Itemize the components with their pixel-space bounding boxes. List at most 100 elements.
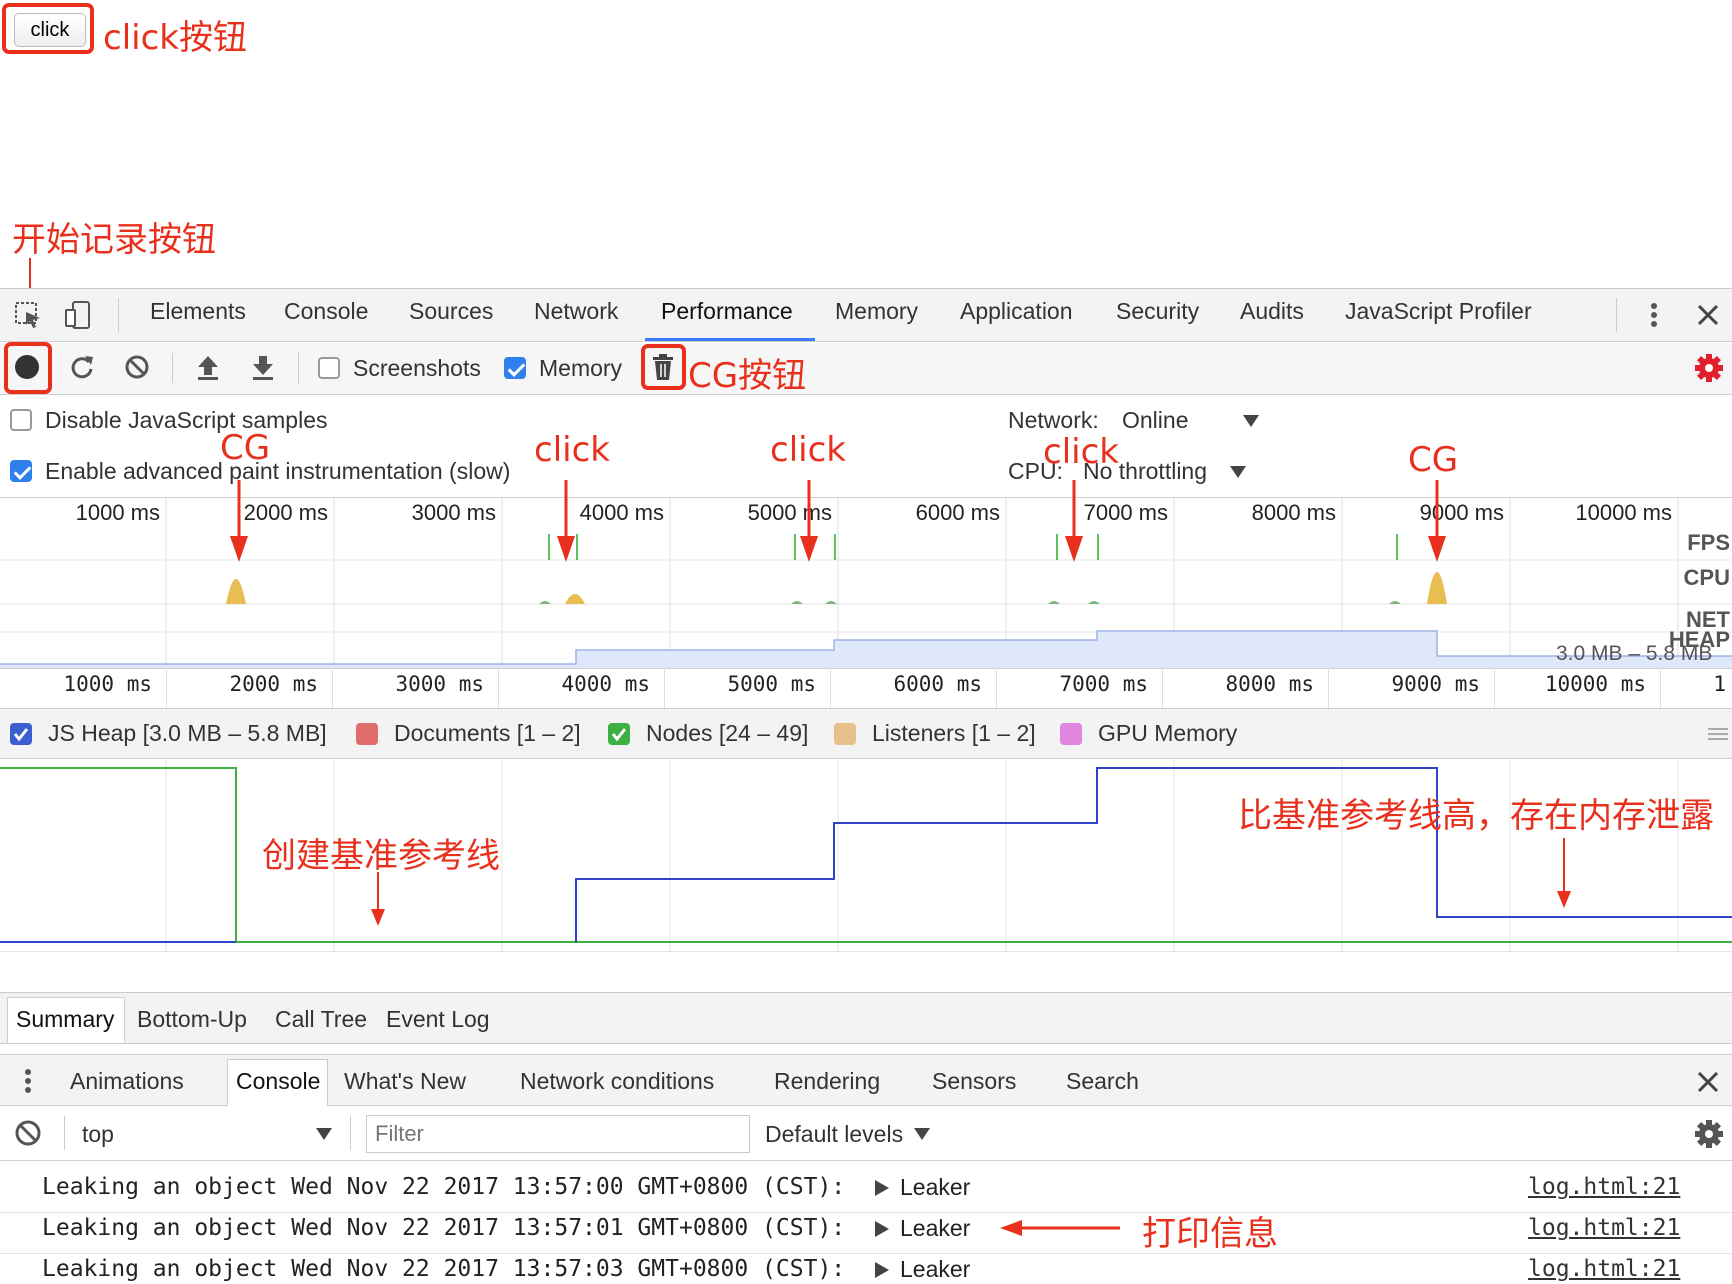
drawer-tab-rendering[interactable]: Rendering — [774, 1068, 880, 1095]
tab-network[interactable]: Network — [534, 298, 618, 325]
tab-elements[interactable]: Elements — [150, 298, 246, 325]
annotation-baseline: 创建基准参考线 — [262, 836, 500, 876]
annotation-arrow — [1065, 480, 1083, 562]
cpu-activity-small — [539, 601, 551, 604]
drawer-close-icon[interactable] — [1696, 1070, 1720, 1094]
annotation-log: 打印信息 — [1142, 1214, 1278, 1254]
annotation-click-button: click按钮 — [103, 18, 247, 58]
memory-label: Memory — [539, 355, 623, 381]
console-clear-icon[interactable] — [14, 1119, 42, 1147]
tab-application[interactable]: Application — [960, 298, 1073, 325]
screenshots-label: Screenshots — [353, 355, 481, 381]
ruler-tick-label: 6000 ms — [893, 672, 982, 696]
tab-security[interactable]: Security — [1116, 298, 1199, 325]
ruler-tick-label: 5000 ms — [727, 672, 816, 696]
details-tab-bottom-up[interactable]: Bottom-Up — [137, 1006, 247, 1033]
ruler-tick-label: 2000 ms — [229, 672, 318, 696]
clear-icon[interactable] — [122, 352, 152, 382]
tab-memory[interactable]: Memory — [835, 298, 918, 325]
ruler-tick-label: 7000 ms — [1059, 672, 1148, 696]
legend-swatch-listeners[interactable] — [834, 723, 856, 745]
console-settings-icon[interactable] — [1694, 1119, 1724, 1149]
track-label-cpu: CPU — [1683, 565, 1730, 590]
disable-js-samples-checkbox[interactable] — [10, 409, 32, 431]
close-icon[interactable] — [1696, 303, 1720, 327]
ruler-gridline — [1660, 668, 1661, 708]
tab-javascript-profiler[interactable]: JavaScript Profiler — [1345, 298, 1532, 325]
tab-performance[interactable]: Performance — [661, 298, 793, 325]
ruler-gridline — [1162, 668, 1163, 708]
levels-dropdown-icon[interactable] — [914, 1127, 930, 1145]
console-log-object[interactable]: Leaker — [900, 1174, 970, 1201]
legend-swatch-nodes[interactable] — [608, 723, 630, 745]
cpu-activity-small — [1088, 601, 1100, 604]
save-profile-icon[interactable] — [248, 352, 278, 382]
annotation-arrow-leak — [1557, 838, 1571, 908]
console-filter-input[interactable] — [366, 1115, 750, 1153]
log-levels-select[interactable]: Default levels — [765, 1121, 903, 1148]
console-log-source-link[interactable]: log.html:21 — [1528, 1256, 1680, 1282]
expand-triangle-icon[interactable] — [875, 1262, 889, 1283]
legend-drag-handle-icon[interactable] — [1708, 726, 1728, 742]
console-log-object[interactable]: Leaker — [900, 1215, 970, 1242]
console-log-source-link[interactable]: log.html:21 — [1528, 1174, 1680, 1200]
drawer-tab-network-conditions[interactable]: Network conditions — [520, 1068, 714, 1095]
legend-label: Nodes [24 – 49] — [646, 720, 809, 746]
expand-triangle-icon[interactable] — [875, 1180, 889, 1201]
console-log-source-link[interactable]: log.html:21 — [1528, 1215, 1680, 1241]
reload-record-icon[interactable] — [67, 352, 97, 382]
overview-tick-label: 4000 ms — [579, 500, 664, 525]
annotation-record-button: 开始记录按钮 — [12, 220, 216, 260]
drawer-tab-console[interactable]: Console — [236, 1068, 320, 1095]
network-select[interactable]: Online — [1122, 407, 1188, 434]
heap-range-label: 3.0 MB – 5.8 MB — [1556, 642, 1713, 665]
drawer-tab-animations[interactable]: Animations — [70, 1068, 184, 1095]
tab-sources[interactable]: Sources — [409, 298, 493, 325]
inspect-icon[interactable] — [14, 300, 42, 328]
console-row-divider — [0, 1212, 1732, 1213]
annotation-arrow-log — [1000, 1220, 1120, 1236]
drawer-tab-what-s-new[interactable]: What's New — [344, 1068, 466, 1095]
annotation-mark-cg: CG — [220, 428, 271, 468]
cg-button-highlight — [641, 344, 686, 390]
console-log-message: Leaking an object Wed Nov 22 2017 13:57:… — [42, 1215, 846, 1241]
heap-area — [0, 631, 1732, 668]
enable-paint-checkbox[interactable] — [10, 460, 32, 482]
annotation-mark-click: click — [534, 430, 610, 470]
more-icon[interactable] — [1646, 300, 1662, 330]
load-profile-icon[interactable] — [193, 352, 223, 382]
details-tab-event-log[interactable]: Event Log — [386, 1006, 490, 1033]
settings-gear-icon[interactable] — [1694, 353, 1724, 383]
fps-frame-bar — [1396, 534, 1398, 560]
cpu-activity-small — [791, 601, 803, 604]
ruler-tick-label: 4000 ms — [561, 672, 650, 696]
overview-tick-label: 2000 ms — [243, 500, 328, 525]
ruler-tick-label: 8000 ms — [1225, 672, 1314, 696]
legend-swatch-js[interactable] — [10, 723, 32, 745]
cpu-activity-small — [825, 601, 837, 604]
legend-swatch-gpu[interactable] — [1060, 723, 1082, 745]
record-button-highlight — [4, 342, 52, 394]
drawer-tab-sensors[interactable]: Sensors — [932, 1068, 1016, 1095]
expand-triangle-icon[interactable] — [875, 1221, 889, 1242]
drawer-more-icon[interactable] — [20, 1066, 36, 1096]
enable-paint-label: Enable advanced paint instrumentation (s… — [45, 458, 511, 484]
device-toolbar-icon[interactable] — [64, 300, 92, 330]
details-tab-summary[interactable]: Summary — [16, 1006, 114, 1033]
context-select[interactable]: top — [82, 1121, 114, 1148]
cpu-dropdown-icon[interactable] — [1230, 465, 1246, 483]
details-tab-call-tree[interactable]: Call Tree — [275, 1006, 367, 1033]
tab-audits[interactable]: Audits — [1240, 298, 1304, 325]
network-dropdown-icon[interactable] — [1243, 414, 1259, 432]
tab-console[interactable]: Console — [284, 298, 368, 325]
context-dropdown-icon[interactable] — [316, 1127, 332, 1145]
legend-label: Listeners [1 – 2] — [872, 720, 1036, 746]
fps-frame-bar — [1097, 534, 1099, 560]
console-log-object[interactable]: Leaker — [900, 1256, 970, 1283]
click-button-highlight — [2, 3, 94, 54]
legend-swatch-documents[interactable] — [356, 723, 378, 745]
annotation-arrow — [1428, 480, 1446, 562]
drawer-tab-search[interactable]: Search — [1066, 1068, 1139, 1095]
screenshots-checkbox[interactable] — [318, 357, 340, 379]
memory-checkbox[interactable] — [504, 357, 526, 379]
